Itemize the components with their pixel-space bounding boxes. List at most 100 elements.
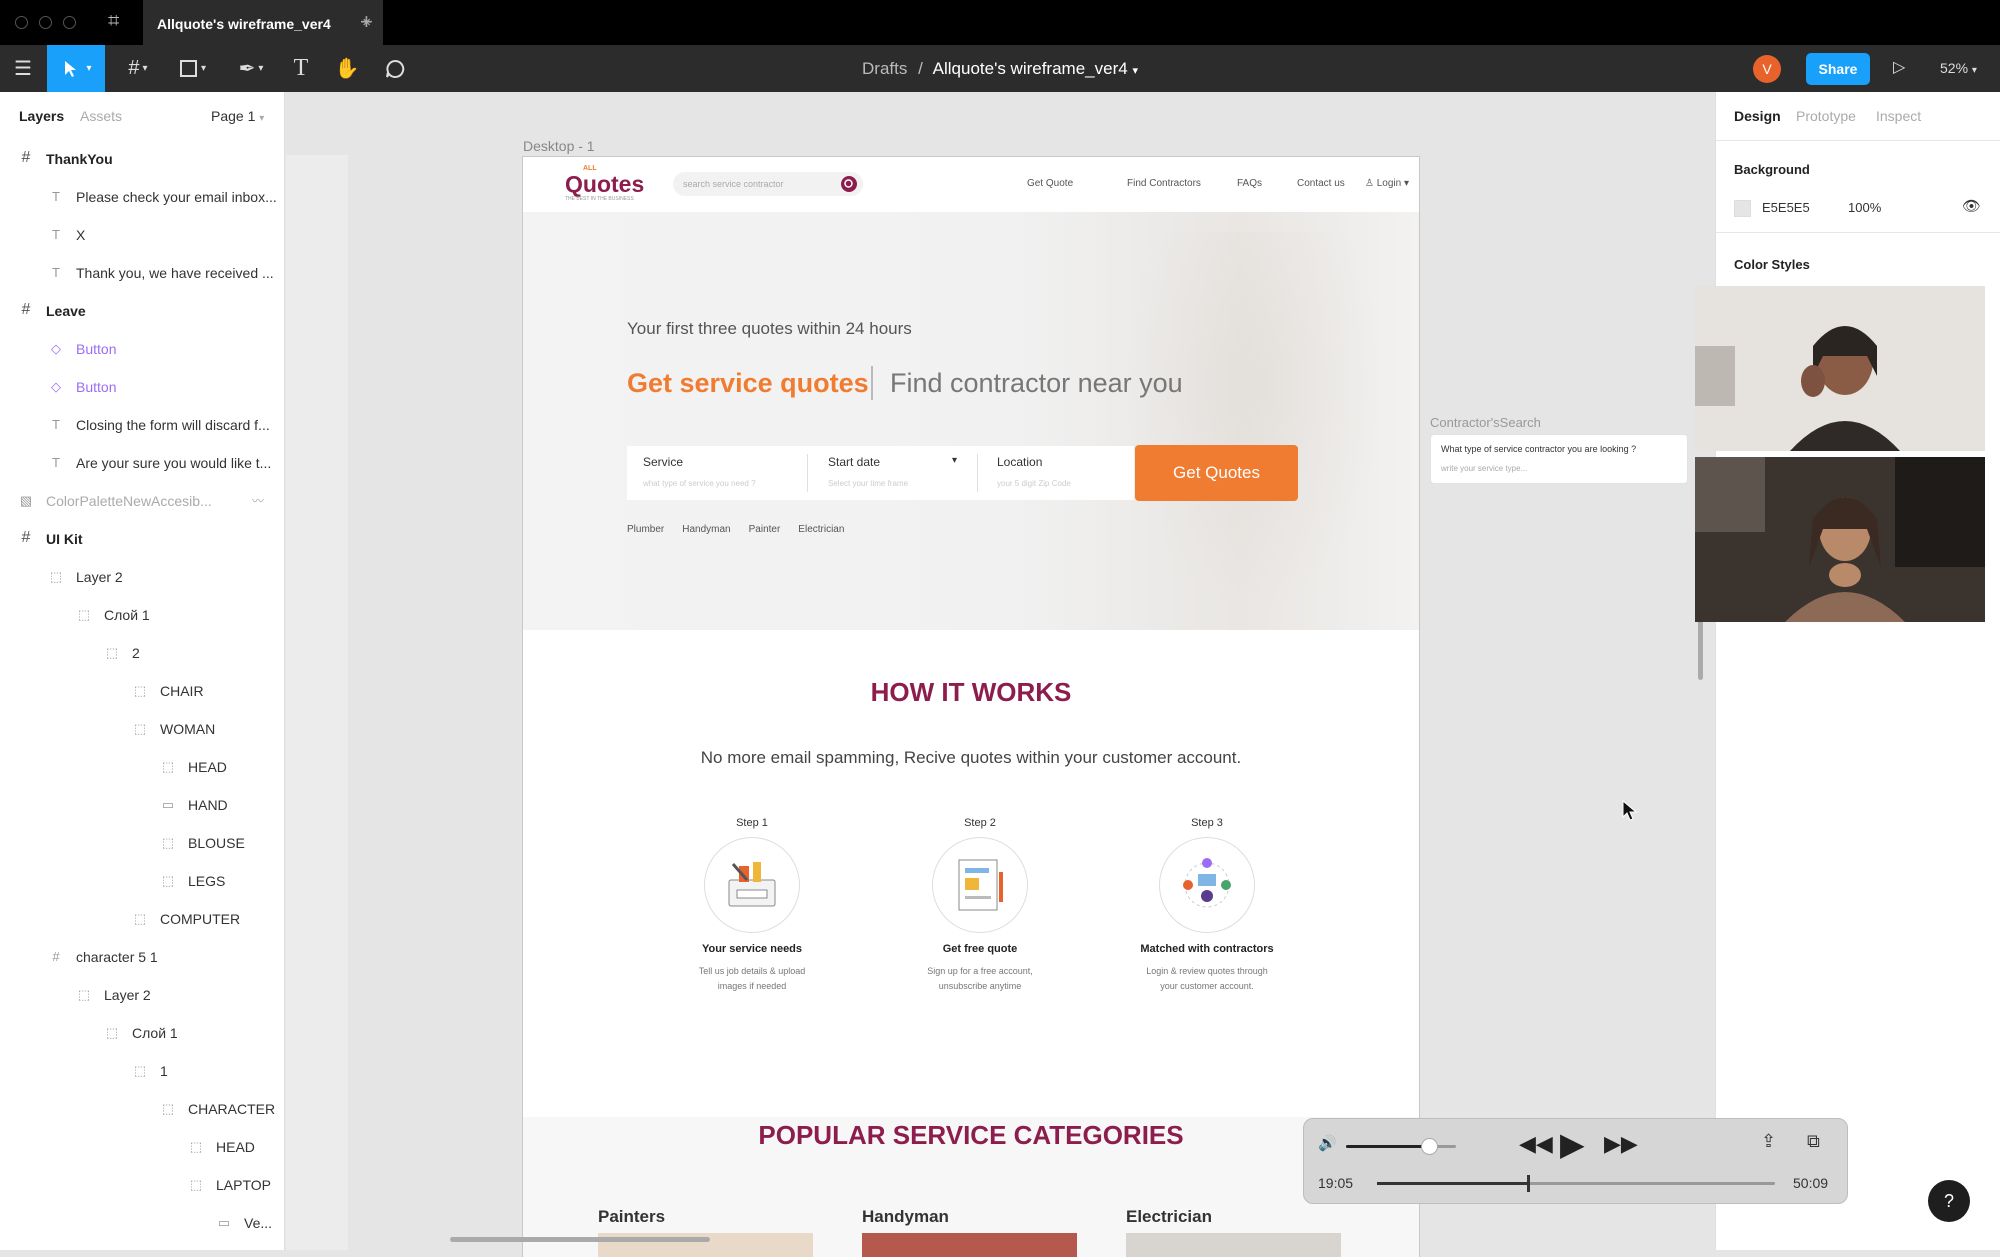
layer-item[interactable]: ⬚ Layer 2 [0, 976, 284, 1014]
text-layer-icon: T [52, 455, 60, 470]
layer-item[interactable]: ◇ Button [0, 368, 284, 406]
tab-inspect[interactable]: Inspect [1876, 108, 1921, 124]
fast-forward-icon[interactable]: ▶▶ [1604, 1131, 1638, 1157]
layer-item[interactable]: ⬚ 1 [0, 1052, 284, 1090]
tab-layers[interactable]: Layers [19, 108, 64, 124]
layer-item[interactable]: ⬚ HEAD [0, 1128, 284, 1166]
layer-item[interactable]: ⬚ HEAD [0, 748, 284, 786]
figma-logo-icon[interactable]: ⌗ [108, 10, 119, 33]
file-tab[interactable]: Allquote's wireframe_ver4 × [143, 0, 383, 45]
horizontal-scrollbar[interactable] [450, 1237, 710, 1242]
contractor-search-frame[interactable]: What type of service contractor you are … [1430, 434, 1688, 484]
layer-item[interactable]: ⬚ Слой 1 [0, 596, 284, 634]
close-window-button[interactable] [15, 16, 28, 29]
layer-item[interactable]: T Closing the form will discard f... [0, 406, 284, 444]
zoom-window-button[interactable] [63, 16, 76, 29]
frame-icon: # [21, 301, 31, 318]
new-tab-button[interactable]: + [360, 9, 373, 35]
layer-item[interactable]: # Leave [0, 292, 284, 330]
allquotes-logo[interactable]: ALL Quotes THE BEST IN THE BUSINESS [565, 165, 644, 202]
breadcrumb-drafts[interactable]: Drafts [862, 59, 907, 78]
play-icon[interactable]: ▶ [1560, 1125, 1585, 1163]
help-button[interactable]: ? [1928, 1180, 1970, 1222]
picture-in-picture-icon[interactable]: ⧉ [1807, 1131, 1820, 1152]
layer-item[interactable]: ⬚ LAPTOP [0, 1166, 284, 1204]
background-opacity[interactable]: 100% [1848, 200, 1881, 215]
file-name-menu[interactable]: Allquote's wireframe_ver4 [933, 59, 1128, 78]
chevron-down-icon: ▾ [259, 113, 265, 124]
volume-slider[interactable] [1346, 1138, 1456, 1155]
service-input[interactable]: what type of service you need ? [643, 479, 793, 488]
video-participant-2[interactable] [1695, 457, 1985, 622]
background-hex[interactable]: E5E5E5 [1762, 200, 1810, 215]
layer-item[interactable]: ⬚ CHARACTER [0, 1090, 284, 1128]
playback-progress-bar[interactable] [1377, 1175, 1775, 1192]
step-desc-line: Login & review quotes through [1146, 966, 1268, 976]
layer-item[interactable]: ⬚ 2 [0, 634, 284, 672]
tab-prototype[interactable]: Prototype [1796, 108, 1856, 124]
hidden-link-icon[interactable]: 〰 [252, 492, 264, 509]
playhead[interactable] [1527, 1175, 1531, 1192]
share-icon[interactable]: ⇪ [1761, 1131, 1776, 1152]
minimize-window-button[interactable] [39, 16, 52, 29]
category-title: Electrician [1126, 1207, 1212, 1226]
layer-item[interactable]: # ThankYou [0, 140, 284, 178]
layer-item[interactable]: T Are your sure you would like t... [0, 444, 284, 482]
location-input[interactable]: your 5 digit Zip Code [997, 479, 1071, 488]
nav-link-login[interactable]: ♙ Login ▾ [1365, 178, 1409, 189]
layer-name: X [76, 227, 86, 243]
user-avatar[interactable]: V [1753, 55, 1781, 83]
layer-item[interactable]: ⬚ LEGS [0, 862, 284, 900]
nav-link-get-quote[interactable]: Get Quote [1027, 178, 1073, 189]
quick-tag[interactable]: Handyman [682, 524, 730, 535]
get-quotes-button[interactable]: Get Quotes [1135, 445, 1298, 501]
layer-item[interactable]: ▭ Ve... [0, 1204, 284, 1242]
share-button[interactable]: Share [1806, 53, 1870, 85]
group-icon: ⬚ [189, 1139, 203, 1154]
page-selector[interactable]: Page 1 ▾ [211, 108, 264, 124]
how-it-works-subtitle: No more email spamming, Recive quotes wi… [700, 748, 1242, 767]
group-icon: ▭ [217, 1215, 231, 1230]
side-frame-label[interactable]: Contractor'sSearch [1430, 415, 1541, 430]
nav-link-faqs[interactable]: FAQs [1237, 178, 1262, 189]
volume-knob[interactable] [1420, 1138, 1438, 1155]
layer-item[interactable]: ⬚ CHAIR [0, 672, 284, 710]
quick-tag[interactable]: Electrician [798, 524, 844, 535]
nav-search-input[interactable]: search service contractor [673, 172, 863, 196]
layer-item[interactable]: ⬚ WOMAN [0, 710, 284, 748]
layer-name: Ve... [244, 1215, 273, 1231]
rewind-icon[interactable]: ◀◀ [1519, 1131, 1553, 1157]
step-desc-line: unsubscribe anytime [938, 981, 1022, 991]
zoom-menu[interactable]: 52% ▾ [1940, 60, 1977, 76]
start-date-input[interactable]: Select your time frame [828, 479, 908, 488]
search-icon[interactable] [841, 176, 857, 192]
video-participant-1[interactable] [1695, 286, 1985, 451]
layer-item[interactable]: ⬚ Layer 2 [0, 558, 284, 596]
tab-design[interactable]: Design [1734, 108, 1781, 124]
layer-item[interactable]: ⬚ BLOUSE [0, 824, 284, 862]
layer-item[interactable]: TX [0, 216, 284, 254]
eye-icon[interactable]: 👁 [1962, 197, 1981, 215]
frame-label[interactable]: Desktop - 1 [523, 138, 595, 154]
layer-item[interactable]: # character 5 1 [0, 938, 284, 976]
layer-item[interactable]: ▭ HAND [0, 786, 284, 824]
nav-link-contact-us[interactable]: Contact us [1297, 178, 1345, 189]
layer-item[interactable]: ⬚ COMPUTER [0, 900, 284, 938]
present-play-icon[interactable]: ▷ [1893, 57, 1905, 77]
hero-background-image [1123, 232, 1383, 612]
quick-tag[interactable]: Painter [749, 524, 781, 535]
layer-item[interactable]: ▧ ColorPaletteNewAccesib... 〰 [0, 482, 284, 520]
quick-tag[interactable]: Plumber [627, 524, 664, 535]
layer-item[interactable]: ⬚ Слой 1 [0, 1014, 284, 1052]
layer-item[interactable]: ◇ Button [0, 330, 284, 368]
volume-icon[interactable]: 🔊 [1318, 1134, 1337, 1152]
layer-item[interactable]: T Please check your email inbox... [0, 178, 284, 216]
layer-item[interactable]: # UI Kit [0, 520, 284, 558]
chevron-down-icon[interactable]: ▾ [952, 455, 957, 466]
layer-name: LAPTOP [216, 1177, 271, 1193]
background-swatch[interactable] [1734, 200, 1751, 217]
desktop-frame[interactable]: ALL Quotes THE BEST IN THE BUSINESS sear… [522, 156, 1420, 1257]
tab-assets[interactable]: Assets [80, 108, 122, 124]
nav-link-find-contractors[interactable]: Find Contractors [1127, 178, 1201, 189]
layer-item[interactable]: T Thank you, we have received ... [0, 254, 284, 292]
